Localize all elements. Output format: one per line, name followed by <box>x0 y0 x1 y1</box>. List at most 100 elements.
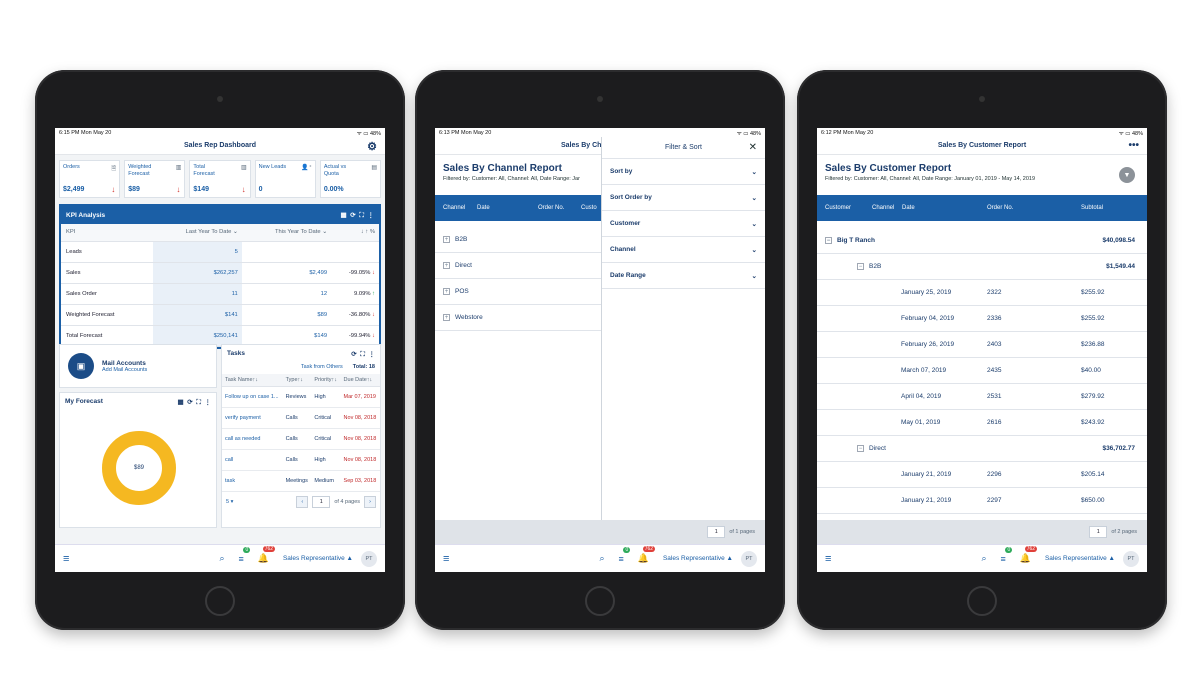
tile-orders[interactable]: Orders 🗎 $2,499 ↓ <box>59 160 121 198</box>
table-row[interactable]: February 04, 2019 2336 $255.92 <box>817 306 1147 332</box>
column-header[interactable]: Type↑↓ <box>282 374 312 387</box>
table-row[interactable]: task Meetings Medium Sep 03, 2018 <box>222 470 380 492</box>
search-icon[interactable]: ⌕ <box>981 553 986 564</box>
bell-icon[interactable]: 🔔 762 <box>638 546 656 564</box>
column-header[interactable]: Date <box>902 205 915 211</box>
table-row[interactable]: Follow up on case 1... Reviews High Mar … <box>222 386 380 408</box>
expand-icon[interactable]: ⛶ <box>359 212 364 219</box>
table-row[interactable]: May 01, 2019 2616 $243.92 <box>817 410 1147 436</box>
table-row[interactable]: call as needed Calls Critical Nov 08, 20… <box>222 428 380 450</box>
column-header[interactable]: Date <box>477 205 490 211</box>
role-selector[interactable]: Sales Representative ▲ <box>663 555 733 562</box>
expand-icon[interactable]: ⛶ <box>360 351 365 358</box>
column-header[interactable]: Subtotal <box>1081 205 1103 211</box>
table-row[interactable]: February 26, 2019 2403 $236.88 <box>817 332 1147 358</box>
mail-accounts-card[interactable]: ▣ Mail Accounts Add Mail Accounts <box>59 344 217 388</box>
page-size-select[interactable]: 5 ▾ <box>226 499 233 505</box>
prev-page-button[interactable]: ‹ <box>296 496 309 508</box>
hamburger-menu-icon[interactable]: ≡ <box>443 553 449 565</box>
table-row[interactable]: March 07, 2019 2435 $40.00 <box>817 358 1147 384</box>
tasks-list-icon[interactable]: ≡ 0 <box>618 546 631 564</box>
table-row[interactable]: April 04, 2019 2531 $279.92 <box>817 384 1147 410</box>
column-header[interactable]: Task Name↑↓ <box>222 374 283 387</box>
add-mail-accounts-link[interactable]: Add Mail Accounts <box>102 367 147 373</box>
role-selector[interactable]: Sales Representative ▲ <box>283 555 353 562</box>
search-icon[interactable]: ⌕ <box>219 553 224 564</box>
filter-icon[interactable]: ▼ <box>1119 167 1135 183</box>
page-number-input[interactable]: 1 <box>312 496 331 508</box>
more-vertical-icon[interactable]: ⋮ <box>369 351 376 358</box>
refresh-icon[interactable]: ⟳ <box>350 212 355 219</box>
table-row[interactable]: call Calls High Nov 08, 2018 <box>222 449 380 471</box>
more-vertical-icon[interactable]: ⋮ <box>368 212 375 219</box>
table-row[interactable]: January 21, 2019 2296 $205.14 <box>817 462 1147 488</box>
task-name[interactable]: call as needed <box>222 428 283 450</box>
expand-icon[interactable]: + <box>443 288 450 295</box>
table-row[interactable]: Sales $262,257 $2,499 -99.05% ↓ <box>61 262 379 284</box>
column-header[interactable]: This Year To Date ⌄ <box>241 224 332 242</box>
hamburger-menu-icon[interactable]: ≡ <box>825 553 831 565</box>
table-row[interactable]: Leads 5 <box>61 241 379 263</box>
tile-weighted-forecast[interactable]: Weighted Forecast ▥ $89 ↓ <box>124 160 186 198</box>
avatar[interactable]: PT <box>361 550 377 567</box>
refresh-icon[interactable]: ⟳ <box>187 399 192 406</box>
subgroup-row[interactable]: − B2B $1,549.44 <box>817 254 1147 280</box>
task-name[interactable]: verify payment <box>222 407 283 429</box>
close-icon[interactable]: ✕ <box>749 142 757 153</box>
filter-channel[interactable]: Channel ⌄ <box>602 237 765 263</box>
filter-sort-by[interactable]: Sort by ⌄ <box>602 159 765 185</box>
group-row[interactable]: − Big T Ranch $40,098.54 <box>817 228 1147 254</box>
page-number-input[interactable]: 1 <box>707 526 726 538</box>
tile-actual-vs-quota[interactable]: Actual vs Quota ▤ 0.00% <box>319 160 382 198</box>
column-header[interactable]: Channel <box>872 205 894 211</box>
column-header[interactable]: Last Year To Date ⌄ <box>152 224 242 242</box>
table-row[interactable]: Total Forecast $250,141 $149 -99.94% ↓ <box>61 325 379 347</box>
calendar-icon[interactable]: ▦ <box>340 212 346 219</box>
table-row[interactable]: January 21, 2019 2297 $650.00 <box>817 488 1147 514</box>
filter-date-range[interactable]: Date Range ⌄ <box>602 263 765 289</box>
column-header[interactable]: Channel <box>443 205 465 211</box>
task-from-others-link[interactable]: Task from Others <box>301 364 343 370</box>
role-selector[interactable]: Sales Representative ▲ <box>1045 555 1115 562</box>
task-name[interactable]: call <box>222 449 283 471</box>
tasks-list-icon[interactable]: ≡ 0 <box>1000 546 1013 564</box>
more-vertical-icon[interactable]: ⋮ <box>205 399 212 406</box>
filter-sort-order[interactable]: Sort Order by ⌄ <box>602 185 765 211</box>
table-row[interactable]: January 25, 2019 2322 $255.92 <box>817 280 1147 306</box>
expand-icon[interactable]: + <box>443 262 450 269</box>
more-horizontal-icon[interactable]: ••• <box>1128 140 1139 151</box>
expand-icon[interactable]: + <box>443 236 450 243</box>
column-header[interactable]: Custo <box>581 205 597 211</box>
collapse-icon[interactable]: − <box>857 263 864 270</box>
subgroup-row[interactable]: − Direct $36,702.77 <box>817 436 1147 462</box>
table-row[interactable]: verify payment Calls Critical Nov 08, 20… <box>222 407 380 429</box>
avatar[interactable]: PT <box>741 550 757 567</box>
column-header[interactable]: KPI <box>61 224 153 242</box>
gear-icon[interactable]: ⚙ <box>367 140 377 153</box>
column-header[interactable]: Customer <box>825 205 851 211</box>
table-row[interactable]: Sales Order 11 12 9.09% ↑ <box>61 283 379 305</box>
bell-icon[interactable]: 🔔 762 <box>258 546 276 564</box>
tasks-list-icon[interactable]: ≡ 0 <box>238 546 251 564</box>
page-number-input[interactable]: 1 <box>1089 526 1108 538</box>
tile-new-leads[interactable]: New Leads 👤⁺ 0 <box>254 160 316 198</box>
column-header[interactable]: Order No. <box>987 205 1013 211</box>
search-icon[interactable]: ⌕ <box>599 553 604 564</box>
column-header[interactable]: Priority↑↓ <box>311 374 341 387</box>
calendar-icon[interactable]: ▦ <box>177 399 183 406</box>
refresh-icon[interactable]: ⟳ <box>351 351 356 358</box>
collapse-icon[interactable]: − <box>825 237 832 244</box>
expand-icon[interactable]: ⛶ <box>196 399 201 406</box>
task-name[interactable]: Follow up on case 1... <box>222 386 283 408</box>
filter-customer[interactable]: Customer ⌄ <box>602 211 765 237</box>
column-header[interactable]: ↓ ↑ % <box>331 224 379 242</box>
column-header[interactable]: Order No. <box>538 205 564 211</box>
bell-icon[interactable]: 🔔 762 <box>1020 546 1038 564</box>
task-name[interactable]: task <box>222 470 283 492</box>
avatar[interactable]: PT <box>1123 550 1139 567</box>
table-row[interactable]: Weighted Forecast $141 $89 -36.80% ↓ <box>61 304 379 326</box>
column-header[interactable]: Due Date↑↓ <box>340 374 380 387</box>
tile-total-forecast[interactable]: Total Forecast ▥ $149 ↓ <box>189 160 251 198</box>
next-page-button[interactable]: › <box>364 496 376 508</box>
collapse-icon[interactable]: − <box>857 445 864 452</box>
